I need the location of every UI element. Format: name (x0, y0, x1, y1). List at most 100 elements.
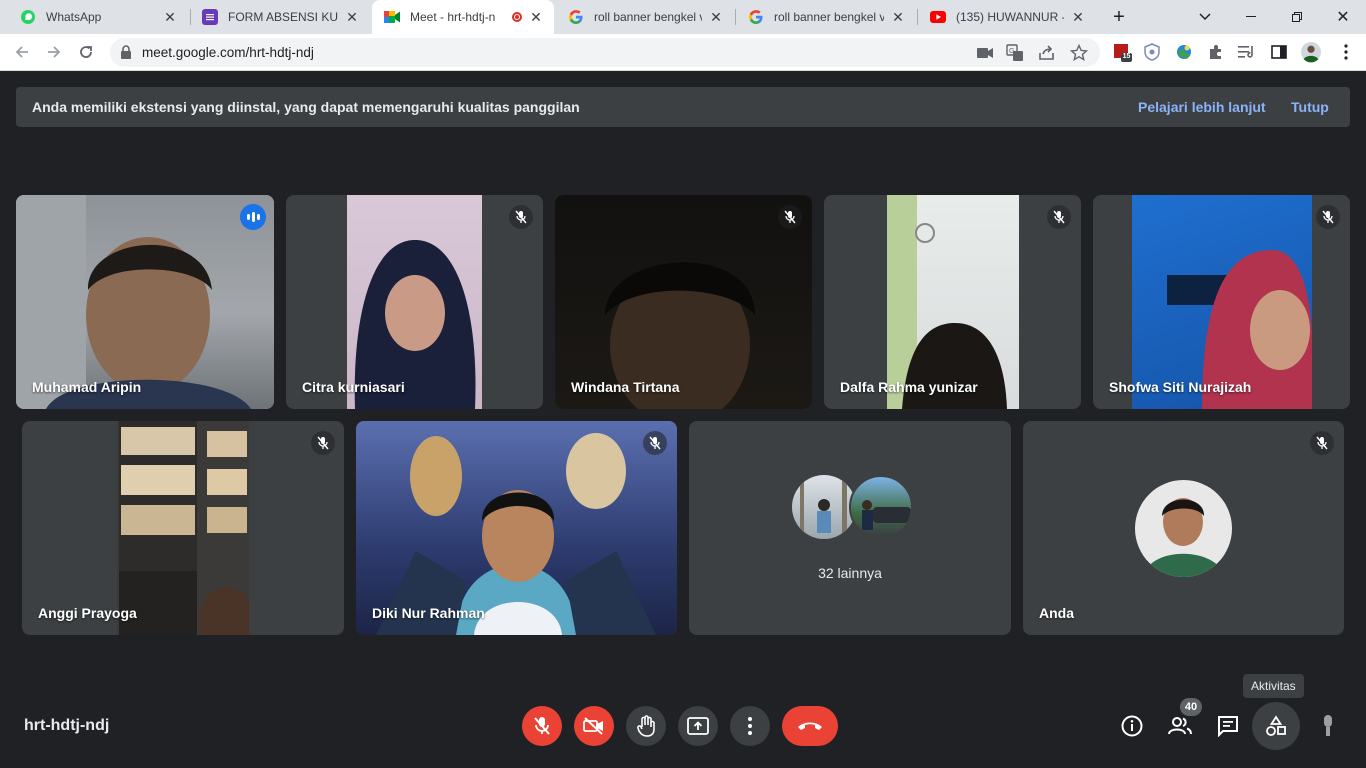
new-tab-button[interactable]: + (1096, 0, 1142, 34)
tab-search-chevron-icon[interactable] (1182, 0, 1228, 34)
tab-youtube[interactable]: (135) HUWANNUR - C ✕ (918, 0, 1096, 34)
muted-mic-icon (643, 431, 667, 455)
participant-tile[interactable]: Citra kurniasari (286, 195, 543, 409)
chat-button[interactable] (1208, 706, 1248, 746)
browser-menu-icon[interactable] (1336, 42, 1356, 62)
recording-indicator-icon (512, 12, 522, 22)
participant-tile[interactable]: Diki Nur Rahman (356, 421, 677, 635)
reload-button[interactable] (72, 38, 100, 66)
muted-mic-icon (1047, 205, 1071, 229)
close-tab-icon[interactable]: ✕ (344, 9, 360, 25)
tab-form-absensi[interactable]: FORM ABSENSI KULIA ✕ (190, 0, 370, 34)
participant-name: Diki Nur Rahman (372, 605, 485, 621)
address-bar[interactable]: meet.google.com/hrt-hdtj-ndj G (110, 38, 1100, 67)
participant-video-frame (887, 195, 1007, 409)
participant-tile[interactable]: Muhamad Aripin (16, 195, 274, 409)
muted-mic-icon (1316, 205, 1340, 229)
self-view-tile[interactable]: Anda (1023, 421, 1344, 635)
raise-hand-button[interactable] (626, 706, 666, 746)
participant-tile[interactable]: Shofwa Siti Nurajizah (1093, 195, 1350, 409)
present-screen-button[interactable] (678, 706, 718, 746)
participant-tile[interactable]: Anggi Prayoga (22, 421, 344, 635)
side-panel-icon[interactable] (1269, 42, 1289, 62)
url-text: meet.google.com/hrt-hdtj-ndj (142, 45, 314, 60)
minimize-button[interactable] (1228, 0, 1274, 34)
extension-badge-count: 15 (1122, 53, 1131, 60)
hand-icon (637, 715, 655, 737)
more-participants-tile[interactable]: 32 lainnya (689, 421, 1011, 635)
speaking-indicator-icon (240, 204, 266, 230)
bookmark-star-icon[interactable] (1070, 44, 1088, 62)
shield-extension-icon[interactable] (1142, 42, 1162, 62)
media-queue-icon[interactable] (1237, 42, 1257, 62)
activities-button[interactable] (1252, 702, 1300, 750)
participant-tile[interactable]: Dalfa Rahma yunizar (824, 195, 1081, 409)
tab-roll-banner-1[interactable]: roll banner bengkel ve ✕ (556, 0, 734, 34)
extensions-puzzle-icon[interactable] (1206, 42, 1226, 62)
muted-mic-icon (311, 431, 335, 455)
participant-name: Windana Tirtana (571, 379, 680, 395)
participant-video-frame (119, 421, 255, 635)
mic-off-icon (534, 717, 550, 735)
tab-roll-banner-2[interactable]: roll banner bengkel ve ✕ (736, 0, 916, 34)
participant-video (555, 195, 812, 409)
camera-in-use-icon[interactable] (976, 44, 994, 62)
close-window-button[interactable]: ✕ (1320, 0, 1366, 34)
youtube-icon (930, 9, 946, 25)
participant-avatar (792, 475, 856, 539)
people-icon (1168, 717, 1192, 735)
close-tab-icon[interactable]: ✕ (708, 9, 724, 25)
participant-name: Anda (1039, 605, 1074, 621)
end-call-icon (798, 722, 822, 730)
translate-icon[interactable]: G (1006, 44, 1024, 62)
more-vert-icon (748, 717, 752, 735)
close-tab-icon[interactable]: ✕ (528, 9, 544, 25)
extension-badge-icon[interactable]: 15 (1112, 42, 1132, 62)
muted-mic-icon (1310, 431, 1334, 455)
close-tab-icon[interactable]: ✕ (162, 9, 178, 25)
participant-video (1132, 195, 1314, 409)
more-options-button[interactable] (730, 706, 770, 746)
google-forms-icon (202, 9, 218, 25)
camera-off-icon (583, 717, 603, 735)
svg-text:G: G (1009, 48, 1014, 55)
back-button[interactable] (8, 38, 36, 66)
tab-title: (135) HUWANNUR - C (956, 10, 1064, 24)
learn-more-link[interactable]: Pelajari lebih lanjut (1138, 99, 1266, 115)
whatsapp-icon (20, 9, 36, 25)
profile-avatar-icon[interactable] (1301, 42, 1321, 63)
meeting-code: hrt-hdtj-ndj (24, 717, 110, 734)
participant-tile[interactable]: Windana Tirtana (555, 195, 812, 409)
tab-google-meet[interactable]: Meet - hrt-hdtj-n ✕ (372, 0, 554, 34)
close-tab-icon[interactable]: ✕ (890, 9, 906, 25)
people-count-badge: 40 (1180, 698, 1202, 716)
restore-button[interactable] (1274, 0, 1320, 34)
participant-video (117, 421, 255, 635)
participant-video-frame (1167, 250, 1314, 409)
lock-icon[interactable] (120, 45, 132, 59)
host-controls-button[interactable] (1308, 706, 1348, 746)
activities-shapes-icon (1266, 715, 1286, 736)
dismiss-banner-button[interactable]: Tutup (1291, 99, 1329, 115)
participant-name: Muhamad Aripin (32, 379, 142, 395)
camera-toggle-button[interactable] (574, 706, 614, 746)
participant-video-frame (16, 195, 251, 409)
activities-tooltip: Aktivitas (1243, 674, 1304, 698)
meeting-details-button[interactable] (1112, 706, 1152, 746)
google-icon (568, 9, 584, 25)
participant-name: Shofwa Siti Nurajizah (1109, 379, 1252, 395)
participant-video-frame (354, 240, 476, 409)
forward-button[interactable] (40, 38, 68, 66)
muted-mic-icon (778, 205, 802, 229)
microphone-toggle-button[interactable] (522, 706, 562, 746)
tab-title: WhatsApp (46, 10, 102, 24)
leave-call-button[interactable] (782, 706, 838, 746)
tab-whatsapp[interactable]: WhatsApp ✕ (8, 0, 188, 34)
more-participants-label: 32 lainnya (818, 565, 882, 581)
host-lock-icon (1324, 715, 1332, 736)
close-tab-icon[interactable]: ✕ (1070, 9, 1086, 25)
share-icon[interactable] (1038, 44, 1056, 62)
browser-tab-strip: WhatsApp ✕ FORM ABSENSI KULIA ✕ Meet - h… (0, 0, 1366, 34)
tab-title: roll banner bengkel ve (774, 10, 884, 24)
globe-extension-icon[interactable] (1174, 42, 1194, 62)
